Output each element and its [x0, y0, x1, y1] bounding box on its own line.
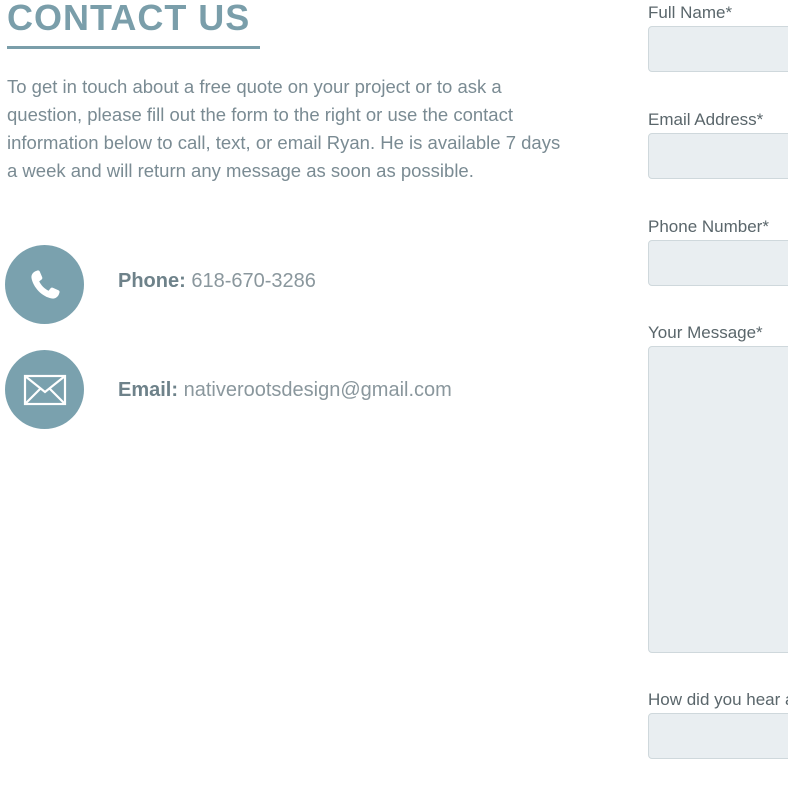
envelope-glyph: [23, 374, 66, 405]
phone-number-label: Phone Number*: [648, 217, 769, 236]
email-label: Email:: [118, 379, 179, 401]
full-name-label: Full Name*: [648, 3, 733, 22]
phone-icon: [5, 245, 84, 324]
page-title: CONTACT US: [7, 0, 251, 38]
email-address-label: Email Address*: [648, 110, 764, 129]
intro-text: To get in touch about a free quote on yo…: [7, 76, 561, 181]
email-address-field[interactable]: [648, 133, 788, 179]
referral-field[interactable]: [648, 713, 788, 759]
contact-form: Full Name* Email Address* Phone Number* …: [648, 0, 788, 788]
full-name-field[interactable]: [648, 26, 788, 72]
referral-label: How did you hear about us?: [648, 690, 788, 709]
email-link[interactable]: nativerootsdesign@gmail.com: [184, 379, 452, 401]
phone-glyph: [30, 269, 60, 299]
contact-phone-row: Phone: 618-670-3286: [5, 245, 565, 325]
envelope-icon: [5, 350, 84, 429]
phone-text: Phone: 618-670-3286: [118, 270, 316, 293]
contact-email-row: Email: nativerootsdesign@gmail.com: [5, 350, 565, 430]
title-underline: [7, 46, 260, 49]
message-textarea[interactable]: [648, 346, 788, 653]
message-label: Your Message*: [648, 323, 763, 342]
phone-label: Phone:: [118, 270, 186, 292]
phone-link[interactable]: 618-670-3286: [191, 270, 316, 292]
email-text: Email: nativerootsdesign@gmail.com: [118, 379, 452, 402]
phone-number-field[interactable]: [648, 240, 788, 286]
